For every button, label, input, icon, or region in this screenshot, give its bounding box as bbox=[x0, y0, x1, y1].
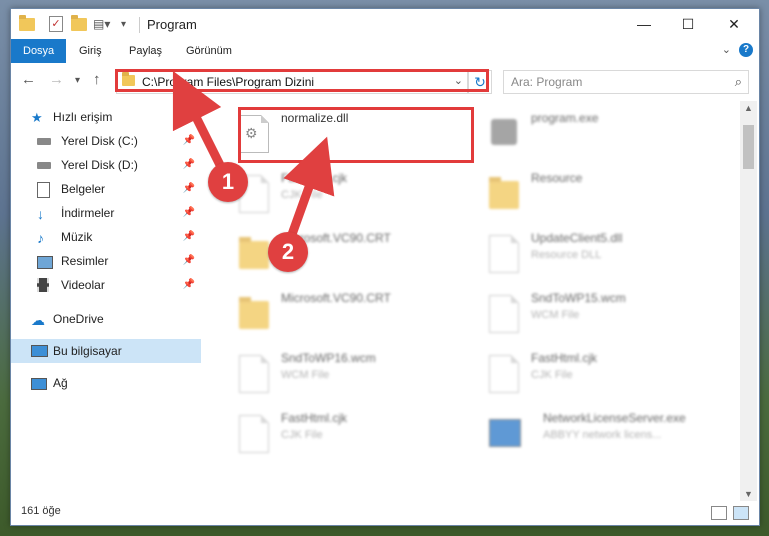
arrow-to-file bbox=[283, 136, 335, 242]
step-marker-1: 1 bbox=[208, 162, 248, 202]
annotation-arrows bbox=[172, 70, 335, 242]
step-marker-2: 2 bbox=[268, 232, 308, 272]
